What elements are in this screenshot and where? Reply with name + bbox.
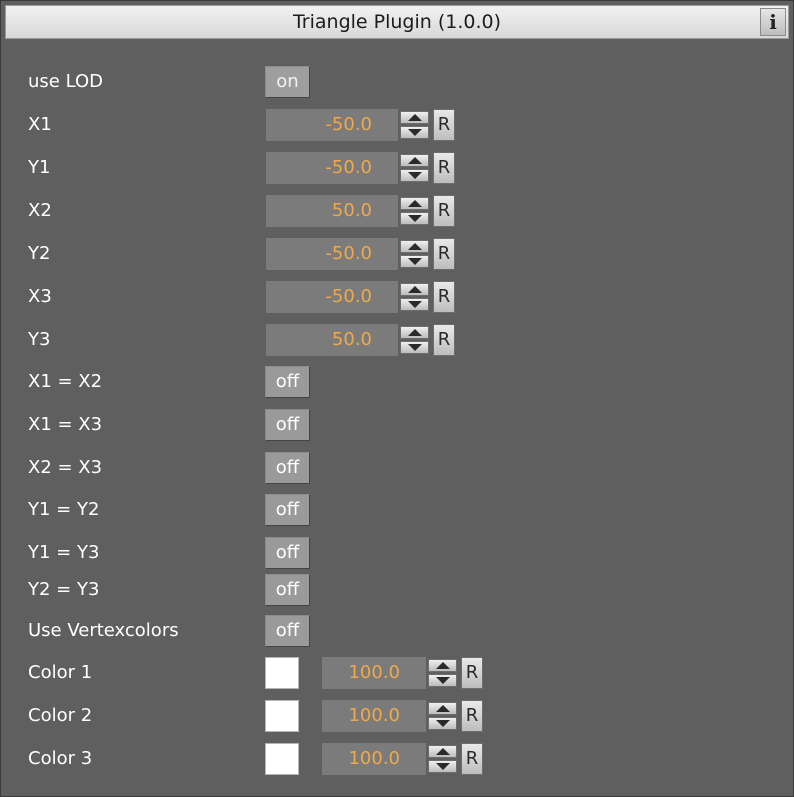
label-x1-eq-x3: X1 = X3 [28,414,103,435]
panel-title: Triangle Plugin (1.0.0) [292,11,502,33]
arrow-down-icon[interactable] [400,255,429,268]
label-color-1: Color 1 [28,662,93,683]
x2-stepper[interactable] [398,195,431,227]
toggle-x1-eq-x3[interactable]: off [265,409,310,441]
label-x2-eq-x3: X2 = X3 [28,457,103,478]
label-y1-eq-y2: Y1 = Y2 [28,499,100,520]
label-use-lod: use LOD [28,71,103,92]
arrow-down-icon[interactable] [400,169,429,182]
toggle-x2-eq-x3[interactable]: off [265,452,310,484]
label-y1-eq-y3: Y1 = Y3 [28,542,100,563]
y3-stepper[interactable] [398,324,431,356]
toggle-use-lod[interactable]: on [265,66,310,98]
x3-stepper[interactable] [398,281,431,313]
plugin-panel: Triangle Plugin (1.0.0) i use LOD on X1 … [0,0,794,797]
y1-reset-button[interactable]: R [433,152,455,184]
label-use-vertexcolors: Use Vertexcolors [28,620,179,641]
row-x1-eq-x3: X1 = X3 off [1,408,793,442]
label-color-3: Color 3 [28,748,93,769]
row-y2-eq-y3: Y2 = Y3 off [1,573,793,607]
row-use-lod: use LOD on [1,65,793,99]
color-3-swatch[interactable] [265,743,299,775]
color-2-stepper[interactable] [426,700,459,732]
arrow-down-icon[interactable] [400,298,429,311]
row-y1: Y1 -50.0 R [1,151,793,185]
row-x2-eq-x3: X2 = X3 off [1,451,793,485]
color-1-swatch[interactable] [265,657,299,689]
row-x3: X3 -50.0 R [1,280,793,314]
toggle-y2-eq-y3[interactable]: off [265,574,310,606]
row-y2: Y2 -50.0 R [1,237,793,271]
x3-input[interactable]: -50.0 [266,281,398,313]
toggle-x1-eq-x2[interactable]: off [265,366,310,398]
row-color-2: Color 2 100.0 R [1,699,793,733]
arrow-down-icon[interactable] [428,760,457,773]
arrow-up-icon[interactable] [400,111,429,124]
color-1-alpha-input[interactable]: 100.0 [322,657,426,689]
y2-stepper[interactable] [398,238,431,270]
row-color-1: Color 1 100.0 R [1,656,793,690]
row-y1-eq-y2: Y1 = Y2 off [1,493,793,527]
label-x1-eq-x2: X1 = X2 [28,371,103,392]
x1-reset-button[interactable]: R [433,109,455,141]
label-y2: Y2 [28,243,51,264]
row-use-vertexcolors: Use Vertexcolors off [1,614,793,648]
color-1-reset-button[interactable]: R [461,657,483,689]
info-icon[interactable]: i [760,8,786,36]
x3-reset-button[interactable]: R [433,281,455,313]
label-y3: Y3 [28,329,51,350]
row-x1: X1 -50.0 R [1,108,793,142]
arrow-down-icon[interactable] [400,212,429,225]
label-y2-eq-y3: Y2 = Y3 [28,579,100,600]
label-color-2: Color 2 [28,705,93,726]
arrow-up-icon[interactable] [428,745,457,758]
arrow-up-icon[interactable] [400,326,429,339]
x1-stepper[interactable] [398,109,431,141]
arrow-up-icon[interactable] [400,197,429,210]
arrow-up-icon[interactable] [428,659,457,672]
y2-input[interactable]: -50.0 [266,238,398,270]
color-3-reset-button[interactable]: R [461,743,483,775]
title-bar: Triangle Plugin (1.0.0) i [5,5,789,39]
label-x2: X2 [28,200,52,221]
y1-stepper[interactable] [398,152,431,184]
x2-reset-button[interactable]: R [433,195,455,227]
arrow-up-icon[interactable] [428,702,457,715]
row-y1-eq-y3: Y1 = Y3 off [1,536,793,570]
color-3-stepper[interactable] [426,743,459,775]
arrow-down-icon[interactable] [428,717,457,730]
label-y1: Y1 [28,157,51,178]
y3-input[interactable]: 50.0 [266,324,398,356]
label-x3: X3 [28,286,52,307]
color-1-stepper[interactable] [426,657,459,689]
arrow-up-icon[interactable] [400,283,429,296]
row-x1-eq-x2: X1 = X2 off [1,365,793,399]
y2-reset-button[interactable]: R [433,238,455,270]
arrow-down-icon[interactable] [400,126,429,139]
color-2-alpha-input[interactable]: 100.0 [322,700,426,732]
toggle-use-vertexcolors[interactable]: off [265,615,310,647]
color-2-swatch[interactable] [265,700,299,732]
row-x2: X2 50.0 R [1,194,793,228]
x1-input[interactable]: -50.0 [266,109,398,141]
color-2-reset-button[interactable]: R [461,700,483,732]
y3-reset-button[interactable]: R [433,324,455,356]
arrow-down-icon[interactable] [428,674,457,687]
row-color-3: Color 3 100.0 R [1,742,793,776]
toggle-y1-eq-y2[interactable]: off [265,494,310,526]
label-x1: X1 [28,114,52,135]
y1-input[interactable]: -50.0 [266,152,398,184]
arrow-up-icon[interactable] [400,154,429,167]
arrow-down-icon[interactable] [400,341,429,354]
row-y3: Y3 50.0 R [1,323,793,357]
color-3-alpha-input[interactable]: 100.0 [322,743,426,775]
toggle-y1-eq-y3[interactable]: off [265,537,310,569]
x2-input[interactable]: 50.0 [266,195,398,227]
arrow-up-icon[interactable] [400,240,429,253]
